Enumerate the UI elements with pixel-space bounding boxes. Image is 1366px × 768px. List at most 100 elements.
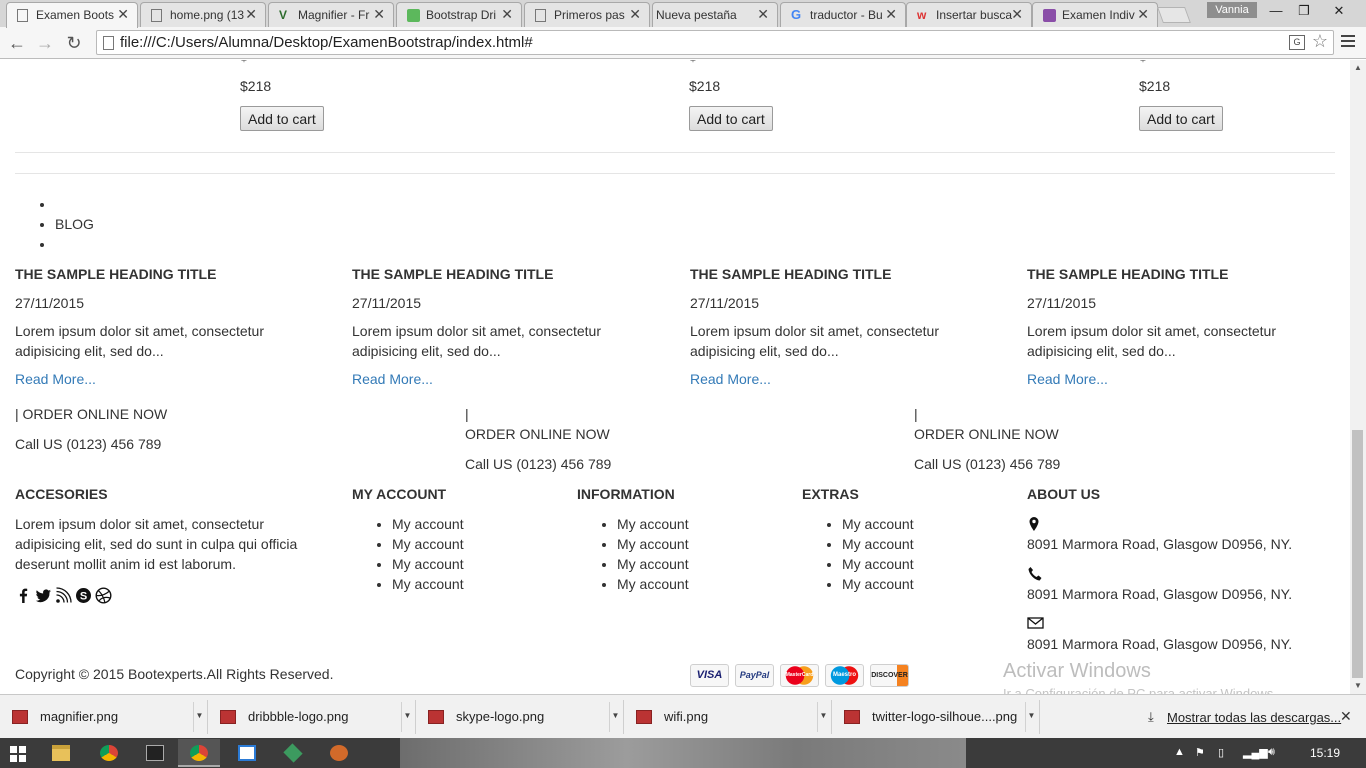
add-to-cart-button[interactable]: Add to cart xyxy=(689,106,773,131)
download-icon: ⤓ xyxy=(1148,709,1154,724)
tab-examen-bootstrap[interactable]: Examen Boots ✕ xyxy=(6,2,138,28)
volume-icon[interactable]: 🔊︎ xyxy=(1268,746,1275,759)
close-tab-icon[interactable]: ✕ xyxy=(1137,6,1149,23)
footer-link[interactable]: My account xyxy=(392,554,464,574)
back-arrow-icon[interactable]: ← xyxy=(6,32,28,54)
download-item[interactable]: skype-logo.png ▼ xyxy=(416,700,624,734)
chrome-active-icon[interactable] xyxy=(178,739,220,767)
tab-primeros-pasos[interactable]: Primeros pas ✕ xyxy=(524,2,650,27)
close-tab-icon[interactable]: ✕ xyxy=(885,6,897,23)
accessories-column: ACCESORIES Lorem ipsum dolor sit amet, c… xyxy=(15,486,325,574)
extras-list: My account My account My account My acco… xyxy=(802,514,914,594)
footer-link[interactable]: My account xyxy=(617,554,689,574)
show-all-downloads-link[interactable]: Mostrar todas las descargas... xyxy=(1167,710,1341,725)
tab-magnifier[interactable]: V Magnifier - Fr ✕ xyxy=(268,2,394,27)
footer-link[interactable]: My account xyxy=(392,574,464,594)
close-tab-icon[interactable]: ✕ xyxy=(245,6,257,23)
tray-chevron-icon[interactable]: ▲ xyxy=(1174,746,1185,758)
close-window-button[interactable]: ✕ xyxy=(1325,2,1353,20)
flag-icon[interactable]: ⚑ xyxy=(1195,746,1205,759)
chevron-down-icon[interactable]: ▼ xyxy=(401,702,413,732)
gem-icon[interactable] xyxy=(272,739,314,767)
hamburger-menu-icon[interactable] xyxy=(1341,35,1355,50)
download-item[interactable]: magnifier.png ▼ xyxy=(0,700,208,734)
rss-icon[interactable] xyxy=(55,587,72,604)
tab-examen-individual[interactable]: Examen Indiv ✕ xyxy=(1032,2,1158,27)
nav-list-item[interactable] xyxy=(55,194,94,214)
footer-link[interactable]: My account xyxy=(842,514,914,534)
close-tab-icon[interactable]: ✕ xyxy=(117,6,129,23)
chevron-down-icon[interactable]: ▼ xyxy=(1025,702,1037,732)
tab-title: home.png (13 xyxy=(170,8,245,22)
browser-toolbar: ← → ↻ file:///C:/Users/Alumna/Desktop/Ex… xyxy=(0,27,1366,59)
forward-arrow-icon[interactable]: → xyxy=(34,32,56,54)
read-more-link[interactable]: Read More... xyxy=(15,371,315,387)
nav-list-item[interactable] xyxy=(55,234,94,254)
scroll-up-arrow-icon[interactable]: ▲ xyxy=(1350,60,1366,76)
footer-link[interactable]: My account xyxy=(617,534,689,554)
tab-traductor[interactable]: G traductor - Bu ✕ xyxy=(780,2,906,27)
profile-button[interactable]: Vannia xyxy=(1207,2,1257,18)
close-tab-icon[interactable]: ✕ xyxy=(501,6,513,23)
chevron-down-icon[interactable]: ▼ xyxy=(193,702,205,732)
divider xyxy=(15,173,1335,174)
battery-icon[interactable]: ▯ xyxy=(1218,746,1224,759)
terminal-icon[interactable] xyxy=(134,739,176,767)
facebook-icon[interactable] xyxy=(15,587,32,604)
dribbble-icon[interactable] xyxy=(95,587,112,604)
footer-link[interactable]: My account xyxy=(617,574,689,594)
close-shelf-icon[interactable]: ✕ xyxy=(1340,708,1352,725)
bookmark-star-icon[interactable]: ☆ xyxy=(1312,31,1328,52)
tab-nueva-pestana[interactable]: Nueva pestaña ✕ xyxy=(652,2,778,27)
footer-link[interactable]: My account xyxy=(842,534,914,554)
close-tab-icon[interactable]: ✕ xyxy=(757,6,769,23)
footer-link[interactable]: My account xyxy=(842,554,914,574)
add-to-cart-button[interactable]: Add to cart xyxy=(1139,106,1223,131)
twitter-icon[interactable] xyxy=(35,587,52,604)
nav-list-item-blog[interactable]: BLOG xyxy=(55,214,94,234)
read-more-link[interactable]: Read More... xyxy=(352,371,652,387)
windows-start-icon[interactable] xyxy=(10,746,26,762)
tab-insertar-buscador[interactable]: w Insertar busca ✕ xyxy=(906,2,1032,27)
read-more-link[interactable]: Read More... xyxy=(1027,371,1327,387)
download-filename: dribbble-logo.png xyxy=(248,709,349,724)
blog-post-excerpt: Lorem ipsum dolor sit amet, consectetur … xyxy=(15,323,264,359)
image-file-icon xyxy=(844,710,860,724)
close-tab-icon[interactable]: ✕ xyxy=(373,6,385,23)
new-tab-button[interactable] xyxy=(1157,7,1191,23)
app-icon[interactable] xyxy=(318,739,360,767)
chevron-down-icon[interactable]: ▼ xyxy=(817,702,829,732)
address-bar[interactable]: file:///C:/Users/Alumna/Desktop/ExamenBo… xyxy=(96,30,1334,55)
translate-icon[interactable]: G xyxy=(1289,35,1305,50)
reload-icon[interactable]: ↻ xyxy=(63,32,85,54)
clock[interactable]: 15:19 xyxy=(1310,746,1340,760)
information-heading: INFORMATION xyxy=(577,486,675,502)
close-tab-icon[interactable]: ✕ xyxy=(1011,6,1023,23)
image-file-icon xyxy=(220,710,236,724)
scrollbar-thumb[interactable] xyxy=(1352,430,1363,678)
download-item[interactable]: twitter-logo-silhoue....png ▼ xyxy=(832,700,1040,734)
read-more-link[interactable]: Read More... xyxy=(690,371,990,387)
restore-button[interactable]: ❐ xyxy=(1290,2,1318,20)
footer-link[interactable]: My account xyxy=(617,514,689,534)
footer-link[interactable]: My account xyxy=(392,534,464,554)
footer-link[interactable]: My account xyxy=(392,514,464,534)
signal-icon[interactable]: ▂▄▆ xyxy=(1243,746,1268,759)
file-explorer-icon[interactable] xyxy=(40,739,82,767)
w-icon: w xyxy=(917,8,927,22)
chevron-down-icon[interactable]: ▼ xyxy=(609,702,621,732)
download-item[interactable]: dribbble-logo.png ▼ xyxy=(208,700,416,734)
vertical-scrollbar[interactable]: ▲ ▼ xyxy=(1350,60,1366,694)
tab-bootstrap[interactable]: Bootstrap Dri ✕ xyxy=(396,2,522,27)
close-tab-icon[interactable]: ✕ xyxy=(629,6,641,23)
minimize-button[interactable]: — xyxy=(1262,2,1290,20)
footer-link[interactable]: My account xyxy=(842,574,914,594)
download-item[interactable]: wifi.png ▼ xyxy=(624,700,832,734)
url-text: file:///C:/Users/Alumna/Desktop/ExamenBo… xyxy=(120,34,533,51)
notepad-icon[interactable] xyxy=(226,739,268,767)
add-to-cart-button[interactable]: Add to cart xyxy=(240,106,324,131)
chrome-icon[interactable] xyxy=(88,739,130,767)
tab-home-png[interactable]: home.png (13 ✕ xyxy=(140,2,266,27)
scroll-down-arrow-icon[interactable]: ▼ xyxy=(1350,678,1366,694)
skype-icon[interactable]: S xyxy=(75,587,92,604)
